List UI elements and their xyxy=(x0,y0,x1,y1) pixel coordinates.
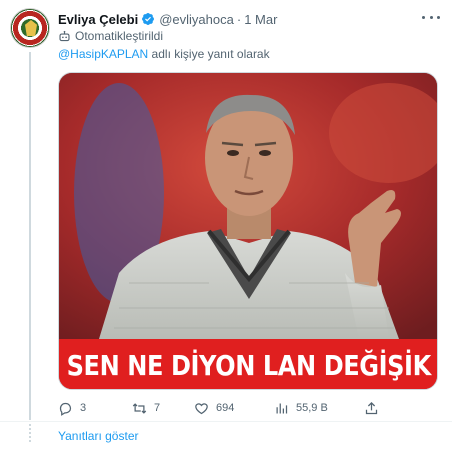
reply-button[interactable]: 3 xyxy=(58,398,86,418)
retweet-icon xyxy=(132,402,147,414)
avatar[interactable] xyxy=(10,8,50,48)
share-button[interactable] xyxy=(364,398,379,418)
reply-icon xyxy=(59,402,72,416)
reply-suffix: adlı kişiye yanıt olarak xyxy=(148,47,270,61)
photo xyxy=(59,73,437,339)
tweet[interactable]: Evliya Çelebi @evliyahoca · 1 Mar Otomat… xyxy=(0,0,452,420)
robot-icon xyxy=(59,30,70,41)
verified-badge-icon xyxy=(141,12,155,26)
view-count: 55,9 B xyxy=(296,402,328,414)
image-caption-bar: SEN NE DİYON LAN DEĞİŞİK xyxy=(59,339,437,389)
views-button[interactable]: 55,9 B xyxy=(274,398,328,418)
separator-dot: · xyxy=(236,11,242,27)
tweet-header: Evliya Çelebi @evliyahoca · 1 Mar xyxy=(58,10,277,28)
author-handle[interactable]: @evliyahoca xyxy=(159,12,234,27)
reply-context: @HasipKAPLAN adlı kişiye yanıt olarak xyxy=(58,47,270,61)
avatar-emblem xyxy=(25,20,37,36)
automated-label: Otomatikleştirildi xyxy=(58,29,163,43)
author-name[interactable]: Evliya Çelebi xyxy=(58,12,138,27)
reply-mention-link[interactable]: @HasipKAPLAN xyxy=(58,47,148,61)
like-button[interactable]: 694 xyxy=(194,398,234,418)
thread-dots xyxy=(29,424,31,442)
automated-text: Otomatikleştirildi xyxy=(75,29,164,43)
retweet-button[interactable]: 7 xyxy=(132,398,160,418)
retweet-count: 7 xyxy=(154,402,161,414)
tweet-date[interactable]: 1 Mar xyxy=(244,12,277,27)
divider xyxy=(0,421,452,422)
like-count: 694 xyxy=(216,402,235,414)
views-chart-icon xyxy=(276,403,288,413)
share-icon xyxy=(365,401,378,414)
thread-line xyxy=(29,52,31,420)
tweet-actions: 3 7 694 55,9 B xyxy=(58,398,438,418)
image-caption: SEN NE DİYON LAN DEĞİŞİK xyxy=(66,348,432,382)
tweet-image[interactable]: SEN NE DİYON LAN DEĞİŞİK xyxy=(58,72,438,390)
heart-icon xyxy=(195,402,208,414)
more-options-icon[interactable] xyxy=(422,10,440,24)
show-replies-link[interactable]: Yanıtları göster xyxy=(58,429,138,443)
reply-count: 3 xyxy=(80,402,87,414)
